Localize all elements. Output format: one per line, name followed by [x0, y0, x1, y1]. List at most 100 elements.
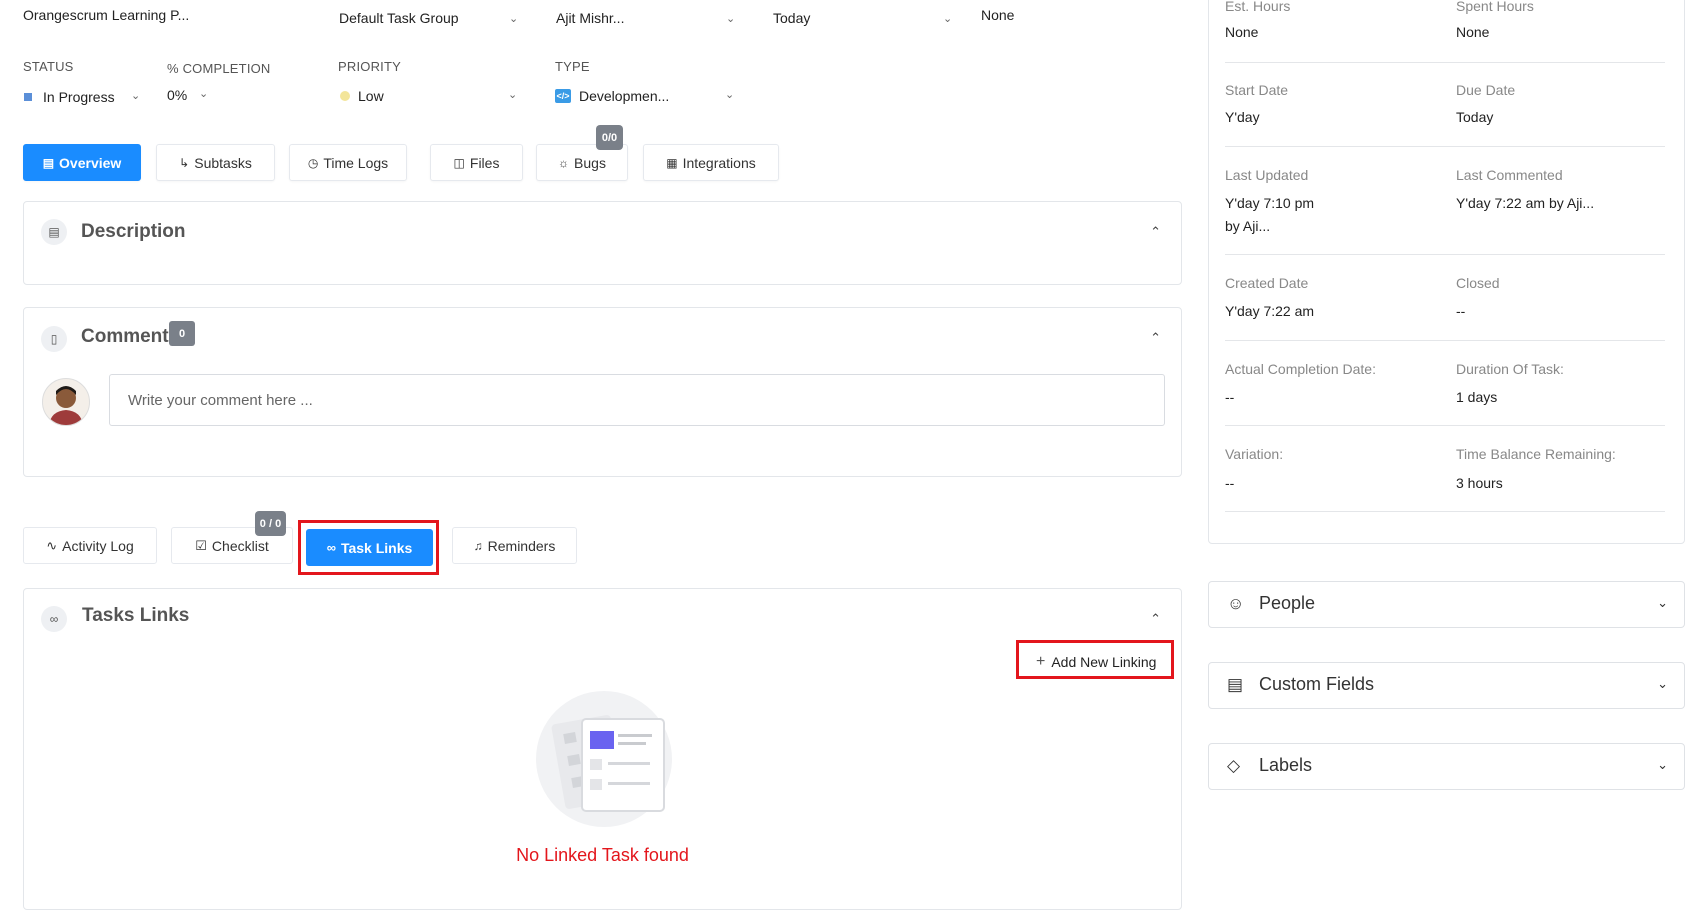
- custom-fields-icon: ▤: [1227, 675, 1244, 694]
- assignee-select[interactable]: Ajit Mishr... ⌄: [556, 10, 736, 30]
- last-commented-label: Last Commented: [1456, 167, 1563, 183]
- tab-checklist-label: Checklist: [211, 537, 269, 554]
- last-updated-label: Last Updated: [1225, 167, 1309, 183]
- tab-time-logs[interactable]: ◷ Time Logs: [289, 144, 407, 181]
- tab-integrations-label: Integrations: [682, 154, 756, 171]
- tab-files[interactable]: ◫ Files: [430, 144, 523, 181]
- clock-icon: ◷: [307, 155, 319, 170]
- start-date-value: Y'day: [1225, 109, 1260, 125]
- labels-title: Labels: [1259, 755, 1313, 775]
- task-links-title: Tasks Links: [82, 605, 190, 626]
- clipboard-icon: ▤: [42, 155, 55, 170]
- collapse-icon[interactable]: ⌃: [1150, 611, 1161, 627]
- chevron-down-icon: ⌄: [199, 88, 209, 100]
- collapse-icon[interactable]: ⌃: [1150, 224, 1161, 240]
- comment-input[interactable]: Write your comment here ...: [109, 374, 1165, 426]
- custom-fields-accordion[interactable]: ▤ Custom Fields ⌄: [1208, 662, 1685, 709]
- completion-select[interactable]: 0% ⌄: [167, 87, 227, 107]
- spent-hours-label: Spent Hours: [1456, 0, 1534, 14]
- comment-input-placeholder: Write your comment here ...: [128, 392, 313, 409]
- chevron-down-icon: ⌄: [725, 89, 735, 101]
- chevron-down-icon: ⌄: [1657, 676, 1668, 691]
- person-icon: ☺: [1227, 594, 1245, 613]
- tab-overview[interactable]: ▤ Overview: [23, 144, 141, 181]
- completion-value: 0%: [167, 87, 188, 103]
- divider: [1225, 425, 1665, 426]
- actual-completion-value: --: [1225, 389, 1235, 405]
- people-title: People: [1259, 593, 1316, 613]
- time-balance-label: Time Balance Remaining:: [1456, 446, 1616, 462]
- duration-value: 1 days: [1456, 389, 1498, 405]
- created-date-label: Created Date: [1225, 275, 1309, 291]
- chevron-down-icon: ⌄: [508, 89, 518, 101]
- due-value: Today: [773, 10, 811, 26]
- status-value: In Progress: [43, 89, 115, 105]
- task-links-card: ∞ Tasks Links ⌃ + Add New Linking No Lin…: [23, 588, 1182, 910]
- tag-icon: ◇: [1227, 756, 1241, 775]
- created-date-value: Y'day 7:22 am: [1225, 303, 1315, 319]
- divider: [1225, 254, 1665, 255]
- tab-activity-log[interactable]: ∿ Activity Log: [23, 527, 157, 564]
- chevron-down-icon: ⌄: [726, 13, 736, 25]
- tab-files-label: Files: [469, 154, 500, 171]
- integrations-icon: ▦: [666, 155, 678, 170]
- tab-subtasks-label: Subtasks: [194, 154, 252, 171]
- due-date-label: Due Date: [1456, 82, 1516, 98]
- closed-label: Closed: [1456, 275, 1500, 291]
- duration-label: Duration Of Task:: [1456, 361, 1564, 377]
- code-icon: </>: [555, 89, 571, 103]
- tab-integrations[interactable]: ▦ Integrations: [643, 144, 779, 181]
- due-select[interactable]: Today ⌄: [773, 10, 953, 30]
- completion-label: % COMPLETION: [167, 61, 271, 76]
- last-commented-value: Y'day 7:22 am by Aji...: [1456, 195, 1595, 211]
- closed-value: --: [1456, 303, 1466, 319]
- collapse-icon[interactable]: ⌃: [1150, 330, 1161, 346]
- chevron-down-icon: ⌄: [1657, 757, 1668, 772]
- subtasks-icon: ↳: [179, 155, 190, 170]
- chevron-down-icon: ⌄: [131, 90, 141, 102]
- spent-hours-value: None: [1456, 24, 1490, 40]
- divider: [1225, 340, 1665, 341]
- type-label: TYPE: [555, 59, 590, 74]
- priority-dot-icon: [340, 91, 350, 101]
- tab-subtasks[interactable]: ↳ Subtasks: [156, 144, 275, 181]
- checklist-count-badge: 0 / 0: [255, 511, 286, 536]
- tab-activity-log-label: Activity Log: [62, 537, 134, 554]
- type-select[interactable]: </> Developmen... ⌄: [555, 88, 740, 108]
- time-balance-value: 3 hours: [1456, 475, 1503, 491]
- variation-value: --: [1225, 475, 1235, 491]
- comment-count-badge: 0: [169, 321, 195, 346]
- bell-icon: ♫: [473, 538, 483, 553]
- priority-label: PRIORITY: [338, 59, 401, 74]
- project-select[interactable]: Orangescrum Learning P...: [23, 7, 189, 23]
- divider: [1225, 511, 1665, 512]
- add-new-linking-highlight: [1016, 640, 1174, 679]
- chevron-down-icon: ⌄: [509, 13, 519, 25]
- description-title: Description: [81, 221, 186, 242]
- tab-reminders[interactable]: ♫ Reminders: [452, 527, 577, 564]
- status-dot-icon: [24, 93, 32, 101]
- activity-icon: ∿: [46, 537, 58, 553]
- status-select[interactable]: In Progress ⌄: [23, 89, 143, 109]
- labels-accordion[interactable]: ◇ Labels ⌄: [1208, 743, 1685, 790]
- tab-bugs-label: Bugs: [574, 154, 606, 171]
- description-icon: ▤: [41, 219, 67, 245]
- task-group-select[interactable]: Default Task Group ⌄: [339, 10, 519, 30]
- comment-title: Comment: [81, 326, 169, 347]
- file-icon: ◫: [453, 155, 465, 170]
- priority-value: Low: [358, 88, 384, 104]
- task-links-tab-highlight: [298, 520, 439, 575]
- custom-fields-title: Custom Fields: [1259, 674, 1375, 694]
- other-value[interactable]: None: [981, 7, 1014, 23]
- bugs-count-badge: 0/0: [596, 125, 623, 150]
- last-updated-by: by Aji...: [1225, 218, 1271, 234]
- empty-state-illustration: [534, 689, 674, 829]
- due-date-value: Today: [1456, 109, 1494, 125]
- priority-select[interactable]: Low ⌄: [338, 88, 523, 108]
- type-value: Developmen...: [579, 88, 670, 104]
- divider: [1225, 62, 1665, 63]
- people-accordion[interactable]: ☺ People ⌄: [1208, 581, 1685, 628]
- divider: [1225, 146, 1665, 147]
- variation-label: Variation:: [1225, 446, 1284, 462]
- tab-time-logs-label: Time Logs: [323, 154, 389, 171]
